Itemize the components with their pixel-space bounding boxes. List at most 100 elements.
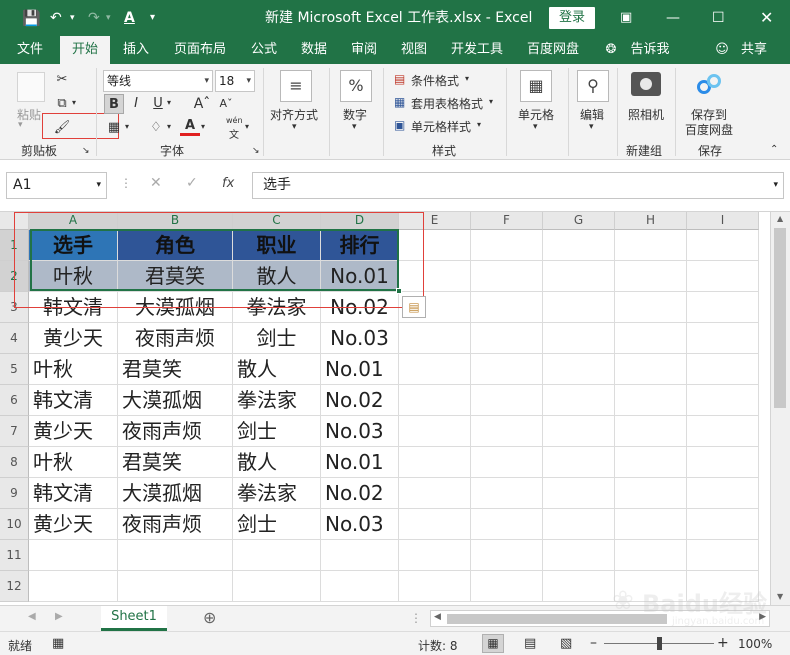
cell[interactable] [687,416,759,447]
tab-0[interactable]: 文件 [8,36,52,64]
tab-6[interactable]: 审阅 [342,36,386,64]
redo-icon[interactable]: ↷ [88,0,100,36]
cell[interactable] [543,509,615,540]
alignment-button[interactable]: 对齐方式 [270,106,318,123]
cell[interactable] [471,323,543,354]
border-icon[interactable]: ▦ [104,118,124,138]
cell[interactable] [687,354,759,385]
cell[interactable] [543,292,615,323]
cell[interactable] [471,478,543,509]
table-dropdown-icon[interactable]: ▾ [489,97,493,106]
cell[interactable] [399,509,471,540]
cell[interactable]: 黄少天 [29,416,118,447]
cell[interactable] [471,447,543,478]
row-header[interactable]: 4 [0,323,29,354]
cell[interactable] [543,323,615,354]
cell[interactable] [615,447,687,478]
cell[interactable] [687,447,759,478]
copy-icon[interactable]: ⧉ [52,94,72,114]
cell[interactable]: 散人 [233,354,321,385]
conditional-format-button[interactable]: 条件格式 [411,72,459,89]
tab-1[interactable]: 开始 [60,36,110,64]
baidu-cloud-icon[interactable] [697,72,723,96]
phonetic-dropdown-icon[interactable]: ▾ [245,122,249,131]
cell[interactable]: No.02 [321,478,399,509]
cell[interactable] [399,385,471,416]
redo-dropdown-icon[interactable]: ▾ [106,0,111,36]
cell[interactable] [399,354,471,385]
cell[interactable] [399,478,471,509]
cell[interactable]: No.02 [321,385,399,416]
cells-grid-icon[interactable]: ▦ [520,70,552,102]
cell[interactable] [615,230,687,261]
cell[interactable] [687,509,759,540]
sheet-tab-sheet1[interactable]: Sheet1 [101,606,167,631]
column-header[interactable]: F [471,212,543,230]
cell[interactable]: 剑士 [233,416,321,447]
cells-dropdown-icon[interactable]: ▾ [533,122,538,132]
cell[interactable] [321,540,399,571]
tab-5[interactable]: 数据 [292,36,336,64]
cell[interactable] [543,230,615,261]
cut-icon[interactable]: ✂ [52,70,72,90]
cell[interactable] [118,540,233,571]
fill-dropdown-icon[interactable]: ▾ [167,122,171,131]
border-dropdown-icon[interactable]: ▾ [125,122,129,131]
normal-view-icon[interactable]: ▦ [482,634,504,653]
search-icon[interactable]: ⚲ [577,70,609,102]
cell[interactable]: No.03 [321,323,399,354]
cell[interactable] [29,540,118,571]
font-size-combo[interactable]: 18 ▾ [215,70,255,92]
cell[interactable] [543,447,615,478]
cell[interactable] [543,261,615,292]
column-header[interactable]: I [687,212,759,230]
column-header[interactable]: H [615,212,687,230]
cell[interactable]: 散人 [233,447,321,478]
cell[interactable] [233,571,321,602]
zoom-out-icon[interactable]: – [590,635,597,651]
cell[interactable]: 拳法家 [233,385,321,416]
cell[interactable] [29,571,118,602]
tab-4[interactable]: 公式 [242,36,286,64]
cell[interactable] [471,509,543,540]
cell[interactable] [615,416,687,447]
cell[interactable] [471,230,543,261]
cell[interactable] [543,571,615,602]
cell[interactable] [321,571,399,602]
cell[interactable] [615,292,687,323]
cell[interactable]: 大漠孤烟 [118,478,233,509]
tab-10[interactable]: 告诉我 [622,36,678,64]
row-header[interactable]: 6 [0,385,29,416]
cell[interactable] [399,416,471,447]
save-icon[interactable]: 💾 [22,0,41,36]
tab-2[interactable]: 插入 [114,36,158,64]
cell[interactable] [118,571,233,602]
underline-dropdown-icon[interactable]: ▾ [167,98,171,107]
cell[interactable]: 拳法家 [233,478,321,509]
font-color-quick-icon[interactable]: A [124,0,135,36]
cell[interactable] [687,540,759,571]
cell[interactable]: 君莫笑 [118,447,233,478]
prev-sheet-icon[interactable]: ◀ [28,611,36,622]
decrease-font-icon[interactable]: Aˇ [216,94,236,114]
phonetic-guide-icon[interactable]: wén [226,116,243,125]
row-header[interactable]: 10 [0,509,29,540]
cell[interactable]: No.01 [321,447,399,478]
cell[interactable]: 剑士 [233,323,321,354]
cell[interactable] [399,540,471,571]
cell[interactable] [615,540,687,571]
bold-button[interactable]: B [104,94,124,114]
cell[interactable]: No.03 [321,416,399,447]
next-sheet-icon[interactable]: ▶ [55,611,63,622]
cell-style-button[interactable]: 单元格样式 [411,118,471,135]
italic-button[interactable]: I [126,94,146,114]
cell[interactable] [471,571,543,602]
cell[interactable] [471,261,543,292]
cell[interactable] [233,540,321,571]
cell[interactable]: No.03 [321,509,399,540]
paste-dropdown-icon[interactable]: ▾ [18,120,23,130]
cell[interactable] [471,416,543,447]
font-color-button[interactable]: A [180,116,200,136]
zoom-slider-thumb[interactable] [657,637,662,650]
cell[interactable] [543,385,615,416]
